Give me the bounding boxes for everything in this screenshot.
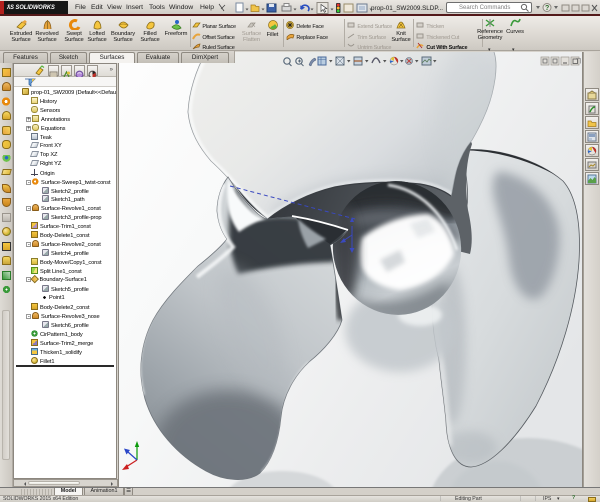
svg-text:?: ? bbox=[545, 5, 549, 12]
